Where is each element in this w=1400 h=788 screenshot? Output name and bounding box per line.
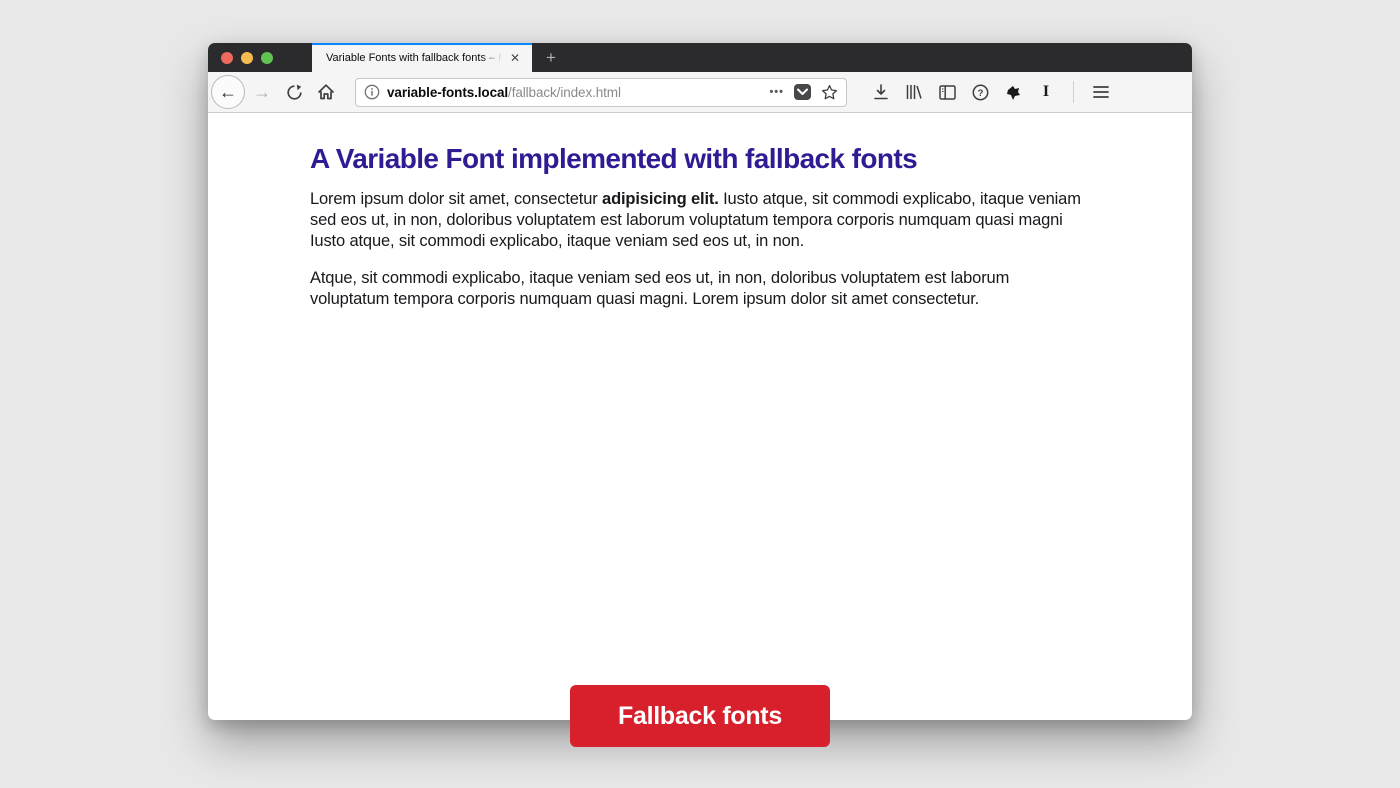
download-icon	[873, 84, 889, 101]
sidebar-icon	[939, 85, 956, 100]
url-actions: •••	[769, 84, 838, 101]
url-host: variable-fonts.local	[387, 85, 508, 100]
serif-i-extension-icon: I	[1043, 83, 1049, 101]
window-controls	[208, 43, 312, 72]
reload-button[interactable]	[279, 77, 309, 107]
titlebar: Variable Fonts with fallback fonts – F ✕…	[208, 43, 1192, 72]
url-bar[interactable]: variable-fonts.local/fallback/index.html…	[355, 78, 847, 107]
toolbar-divider	[1073, 81, 1074, 103]
library-button[interactable]	[904, 82, 924, 102]
paragraph-1: Lorem ipsum dolor sit amet, consectetur …	[310, 189, 1092, 251]
library-icon	[905, 84, 923, 100]
forward-icon: →	[253, 82, 271, 103]
sidebar-button[interactable]	[937, 82, 957, 102]
menu-button[interactable]	[1091, 82, 1111, 102]
browser-window: Variable Fonts with fallback fonts – F ✕…	[208, 43, 1192, 720]
serif-i-extension-button[interactable]: I	[1036, 82, 1056, 102]
home-icon	[317, 83, 335, 101]
pointer-extension-icon	[1005, 84, 1022, 101]
zoom-window-button[interactable]	[261, 52, 273, 64]
body-text: Lorem ipsum dolor sit amet, consectetur …	[310, 189, 1092, 310]
tab-close-icon[interactable]: ✕	[508, 50, 522, 66]
back-icon: ←	[219, 82, 237, 103]
home-button[interactable]	[311, 77, 341, 107]
info-icon	[364, 84, 380, 100]
close-window-button[interactable]	[221, 52, 233, 64]
navigation-toolbar: ← → variable-fonts	[208, 72, 1192, 113]
back-button[interactable]: ←	[211, 75, 245, 109]
pocket-button[interactable]	[794, 84, 811, 100]
toolbar-right-icons: ? I	[871, 81, 1111, 103]
site-info-button[interactable]	[364, 84, 380, 100]
pointer-extension-button[interactable]	[1003, 82, 1023, 102]
new-tab-button[interactable]: +	[536, 43, 566, 72]
minimize-window-button[interactable]	[241, 52, 253, 64]
paragraph-2: Atque, sit commodi explicabo, itaque ven…	[310, 268, 1092, 310]
url-path: /fallback/index.html	[508, 85, 621, 100]
page-actions-icon[interactable]: •••	[769, 86, 784, 98]
fallback-fonts-button[interactable]: Fallback fonts	[570, 685, 830, 747]
question-extension-button[interactable]: ?	[970, 82, 990, 102]
paragraph-1-pre: Lorem ipsum dolor sit amet, consectetur	[310, 190, 602, 208]
page-content: A Variable Font implemented with fallbac…	[208, 113, 1192, 720]
reload-icon	[286, 84, 303, 101]
page-title: A Variable Font implemented with fallbac…	[310, 143, 917, 175]
tab-title: Variable Fonts with fallback fonts – F	[326, 52, 502, 64]
bookmark-star-icon	[821, 84, 838, 101]
svg-text:?: ?	[977, 88, 983, 99]
question-circle-icon: ?	[972, 84, 989, 101]
downloads-button[interactable]	[871, 82, 891, 102]
bookmark-button[interactable]	[821, 84, 838, 101]
url-text[interactable]: variable-fonts.local/fallback/index.html	[387, 85, 762, 100]
pocket-icon	[797, 88, 808, 96]
forward-button[interactable]: →	[247, 82, 277, 103]
browser-tab-active[interactable]: Variable Fonts with fallback fonts – F ✕	[312, 43, 532, 72]
menu-icon	[1093, 85, 1109, 99]
active-tab-indicator	[312, 43, 532, 45]
paragraph-1-bold: adipisicing elit.	[602, 190, 719, 208]
